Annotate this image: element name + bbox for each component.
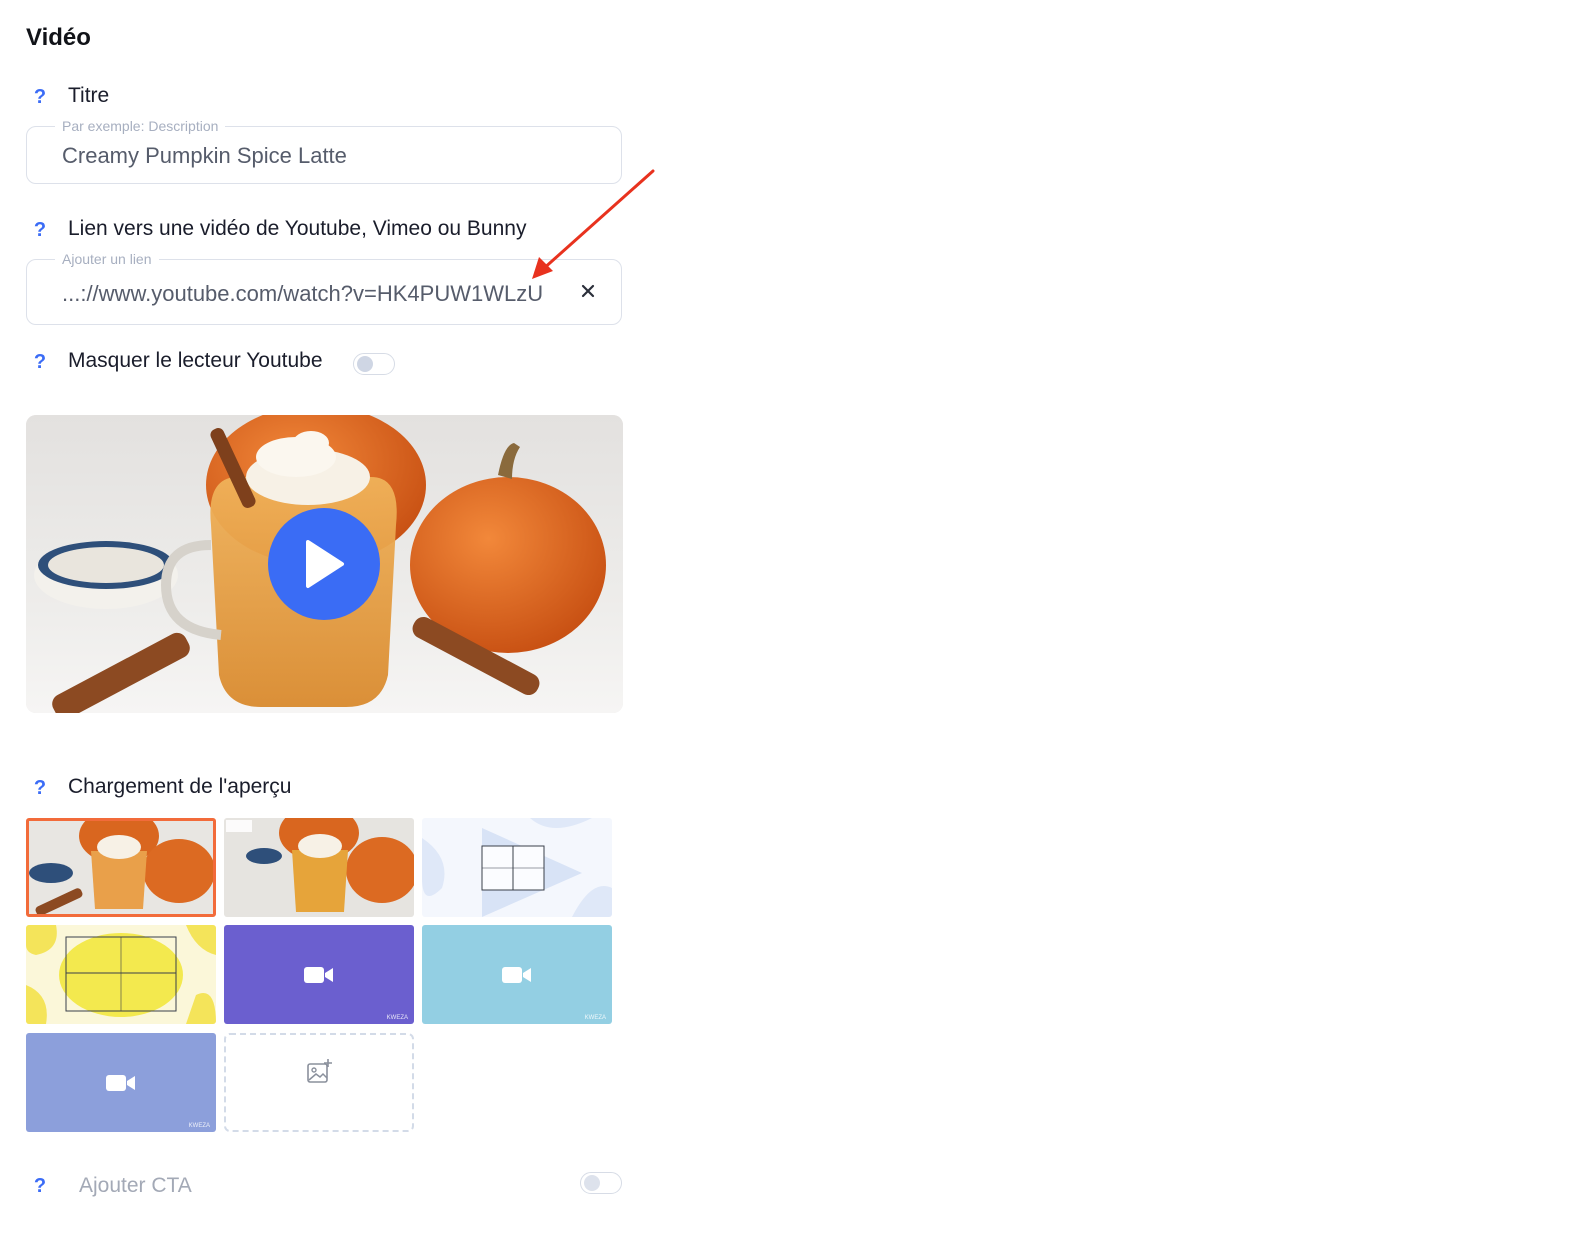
thumbnail-image: [29, 821, 213, 914]
annotation-arrow: [532, 169, 655, 279]
thumbnail-option[interactable]: KWEZA: [224, 925, 414, 1024]
video-preview[interactable]: [26, 415, 623, 713]
title-field-placeholder: Par exemple: Description: [55, 116, 226, 136]
close-icon: [581, 284, 595, 298]
thumbnail-option[interactable]: KWEZA: [26, 1033, 216, 1132]
link-field-placeholder: Ajouter un lien: [55, 249, 159, 269]
thumbnail-section-label: Chargement de l'aperçu: [68, 775, 292, 798]
cta-label: Ajouter CTA: [79, 1174, 192, 1197]
section-title: Vidéo: [26, 24, 91, 51]
thumbnail-image: [422, 818, 612, 917]
thumbnail-image: [224, 818, 414, 917]
add-thumbnail-button[interactable]: [224, 1033, 414, 1132]
title-field-label: Titre: [68, 84, 110, 107]
toggle-knob: [357, 356, 373, 372]
video-link-value[interactable]: ...://www.youtube.com/watch?v=HK4PUW1WLz…: [62, 281, 543, 307]
thumbnail-option[interactable]: [224, 818, 414, 917]
hide-player-toggle[interactable]: [353, 353, 395, 375]
help-icon[interactable]: ?: [30, 777, 50, 800]
thumbnail-brand: KWEZA: [188, 1123, 210, 1129]
help-icon[interactable]: ?: [30, 1175, 50, 1198]
play-icon: [306, 540, 344, 588]
image-add-icon: [307, 1058, 332, 1083]
thumbnail-brand: KWEZA: [386, 1015, 408, 1021]
cta-toggle[interactable]: [580, 1172, 622, 1194]
thumbnail-option[interactable]: [422, 818, 612, 917]
toggle-knob: [584, 1175, 600, 1191]
help-icon[interactable]: ?: [30, 219, 50, 242]
thumbnail-option[interactable]: [26, 818, 216, 917]
thumbnail-image: [26, 925, 216, 1024]
thumbnail-option[interactable]: [26, 925, 216, 1024]
video-camera-icon: [304, 966, 333, 983]
link-field-label: Lien vers une vidéo de Youtube, Vimeo ou…: [68, 217, 527, 240]
play-button[interactable]: [268, 508, 380, 620]
title-field-value[interactable]: Creamy Pumpkin Spice Latte: [62, 143, 347, 169]
thumbnail-brand: KWEZA: [584, 1015, 606, 1021]
help-icon[interactable]: ?: [30, 86, 50, 109]
video-camera-icon: [106, 1074, 135, 1091]
video-camera-icon: [502, 966, 531, 983]
help-icon[interactable]: ?: [30, 351, 50, 374]
hide-player-label: Masquer le lecteur Youtube: [68, 349, 323, 372]
thumbnail-option[interactable]: KWEZA: [422, 925, 612, 1024]
